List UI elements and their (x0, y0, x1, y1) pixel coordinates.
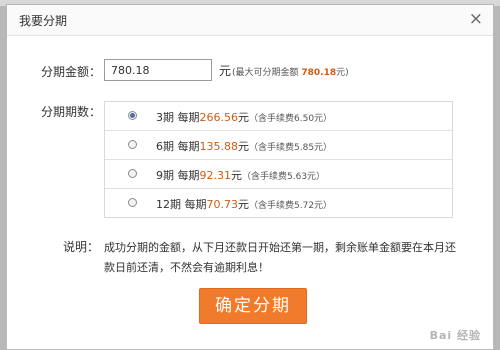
dialog-titlebar: 我要分期 × (7, 5, 493, 36)
plan-unit: 元 (238, 111, 249, 124)
plan-fee: （含手续费5.63元） (242, 172, 326, 182)
radio-9-periods[interactable] (128, 169, 137, 178)
plan-term: 9期 每期 (156, 169, 200, 182)
plan-amount: 135.88 (199, 140, 239, 153)
plan-text-9: 9期 每期92.31元（含手续费5.63元） (156, 167, 325, 183)
amount-label: 分期金额： (41, 65, 102, 79)
plan-text-6: 6期 每期135.88元（含手续费5.85元） (156, 138, 332, 154)
note-text: 成功分期的金额，从下月还款日开始还第一期，剩余账单金额要在本月还款日前还清，不然… (104, 241, 456, 274)
max-amount-value: 780.18 (301, 68, 337, 78)
plan-fee: （含手续费5.85元） (249, 143, 333, 153)
max-amount-suffix: 元) (336, 68, 349, 78)
plan-term: 3期 每期 (156, 111, 200, 124)
max-amount-prefix: (最大可分期金额 (232, 68, 299, 78)
plans-label: 分期期数： (41, 105, 102, 119)
plan-unit: 元 (238, 140, 249, 153)
plan-term: 12期 每期 (156, 198, 207, 211)
plan-amount: 92.31 (199, 169, 232, 182)
plan-option-9[interactable]: 9期 每期92.31元（含手续费5.63元） (105, 160, 452, 189)
plan-option-12[interactable]: 12期 每期70.73元（含手续费5.72元） (105, 189, 452, 218)
installment-dialog: 我要分期 × 分期金额： 元 (最大可分期金额 780.18元) 分期期数： 3… (6, 4, 494, 350)
amount-input[interactable] (104, 59, 212, 81)
plan-text-3: 3期 每期266.56元（含手续费6.50元） (156, 109, 332, 125)
plan-unit: 元 (238, 198, 249, 211)
installment-plans-list: 3期 每期266.56元（含手续费6.50元） 6期 每期135.88元（含手续… (104, 101, 453, 218)
max-amount-note: (最大可分期金额 780.18元) (232, 65, 349, 78)
plan-amount: 266.56 (199, 111, 239, 124)
note-label: 说明： (63, 240, 100, 254)
watermark-logo: Bai 经验 (429, 329, 481, 342)
plan-fee: （含手续费5.72元） (249, 201, 333, 211)
confirm-installment-button[interactable]: 确定分期 (199, 288, 307, 324)
plan-text-12: 12期 每期70.73元（含手续费5.72元） (156, 196, 332, 212)
page-background-right (494, 6, 500, 350)
plan-option-3[interactable]: 3期 每期266.56元（含手续费6.50元） (105, 102, 452, 131)
radio-12-periods[interactable] (128, 198, 137, 207)
plan-term: 6期 每期 (156, 140, 200, 153)
radio-3-periods[interactable] (128, 111, 137, 120)
plan-unit: 元 (231, 169, 242, 182)
plan-fee: （含手续费6.50元） (249, 114, 333, 124)
close-icon[interactable]: × (469, 10, 483, 28)
plan-option-6[interactable]: 6期 每期135.88元（含手续费5.85元） (105, 131, 452, 160)
plan-amount: 70.73 (206, 198, 239, 211)
dialog-title: 我要分期 (19, 14, 68, 28)
radio-6-periods[interactable] (128, 140, 137, 149)
amount-unit: 元 (219, 64, 232, 78)
